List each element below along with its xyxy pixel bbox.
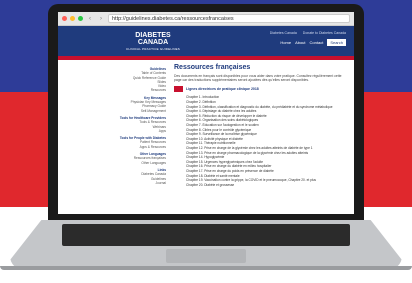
nav-home[interactable]: Home: [280, 40, 291, 45]
sidebar-item[interactable]: Apps: [88, 129, 166, 133]
sidebar: Guidelines Table of Contents Quick Refer…: [88, 64, 166, 185]
chapter-link[interactable]: Chapitre 20. Diabète et grossesse: [186, 183, 346, 188]
header-link-donate[interactable]: Donate to Diabetes Canada: [303, 31, 346, 35]
browser-toolbar: ‹ › http://guidelines.diabetes.ca/ressou…: [58, 12, 354, 26]
nav-search[interactable]: Search: [327, 39, 346, 46]
sidebar-item[interactable]: Self-Management: [88, 109, 166, 113]
download-row[interactable]: Lignes directrices de pratique clinique …: [174, 86, 346, 93]
chevron-left-icon[interactable]: ‹: [86, 16, 94, 22]
main-nav: Home About Contact Search: [280, 39, 346, 46]
header-utility-links: Diabetes Canada Donate to Diabetes Canad…: [270, 31, 346, 35]
address-bar[interactable]: http://guidelines.diabetes.ca/ressources…: [108, 14, 350, 23]
diabetes-canada-logo[interactable]: DIABETES CANADA CLINICAL PRACTICE GUIDEL…: [126, 32, 180, 53]
main-content: Ressources françaises Des documents en f…: [174, 64, 346, 187]
trackpad: [166, 249, 246, 263]
laptop-screen: ‹ › http://guidelines.diabetes.ca/ressou…: [58, 12, 354, 214]
sidebar-item[interactable]: Other Languages: [88, 161, 166, 165]
site-header: DIABETES CANADA CLINICAL PRACTICE GUIDEL…: [58, 26, 354, 60]
chapter-list: Chapitre 1. Introduction Chapitre 2. Défi…: [174, 95, 346, 187]
pdf-icon: [174, 86, 183, 93]
sidebar-item[interactable]: Apps & Resources: [88, 145, 166, 149]
page-content: Guidelines Table of Contents Quick Refer…: [58, 60, 354, 214]
keyboard: [62, 224, 350, 246]
laptop-base-edge: [0, 266, 412, 270]
nav-contact[interactable]: Contact: [310, 40, 324, 45]
download-link[interactable]: Lignes directrices de pratique clinique …: [186, 87, 259, 91]
minimize-window-icon[interactable]: [70, 16, 75, 21]
chevron-right-icon[interactable]: ›: [97, 16, 105, 22]
page-title: Ressources françaises: [174, 64, 251, 71]
sidebar-item[interactable]: Journal: [88, 181, 166, 185]
zoom-window-icon[interactable]: [78, 16, 83, 21]
header-link-diabetes-canada[interactable]: Diabetes Canada: [270, 31, 297, 35]
close-window-icon[interactable]: [62, 16, 67, 21]
intro-text: Des documents en français sont disponibl…: [174, 74, 342, 83]
nav-about[interactable]: About: [295, 40, 305, 45]
sidebar-item[interactable]: Resources: [88, 88, 166, 92]
